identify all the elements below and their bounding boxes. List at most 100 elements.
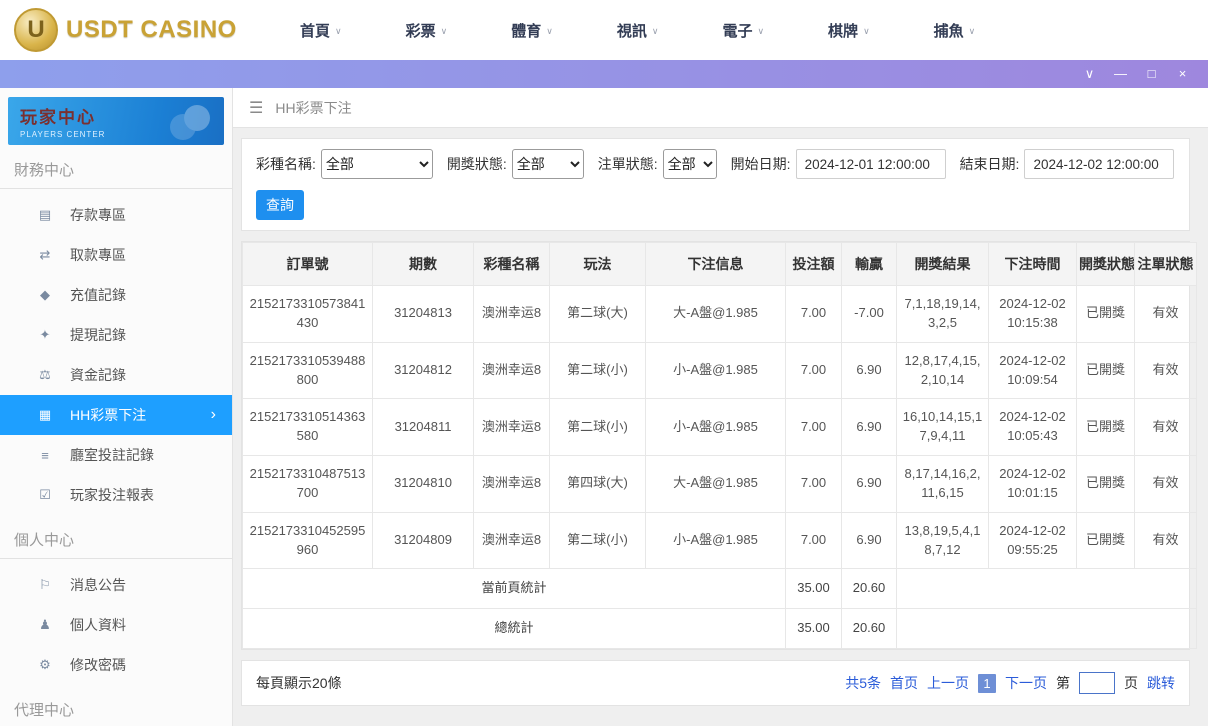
summary-row: 總統計 35.00 20.60 xyxy=(242,608,1197,650)
nav-item-fishing[interactable]: 捕魚 ∨ xyxy=(902,0,1008,60)
cell-bet-info: 大-A盤@1.985 xyxy=(645,285,786,343)
first-page-link[interactable]: 首页 xyxy=(890,673,918,693)
cell-order-status: 有效 xyxy=(1134,455,1197,513)
jump-suffix: 页 xyxy=(1124,675,1138,692)
cell-bet-time: 2024-12-02 10:09:54 xyxy=(988,341,1077,400)
nav-item-lottery[interactable]: 彩票 ∨ xyxy=(374,0,480,60)
start-date-group: 開始日期: xyxy=(731,149,946,179)
sidebar-item-cashout-record[interactable]: ✦ 提現記錄 xyxy=(0,315,232,355)
next-page-link[interactable]: 下一页 xyxy=(1005,673,1047,693)
cell-draw-result: 7,1,18,19,14,3,2,5 xyxy=(896,285,989,343)
cell-bet-amount: 7.00 xyxy=(785,455,842,513)
menu-icon[interactable]: ☰ xyxy=(249,98,263,118)
sidebar-item-hall-bet-records[interactable]: ≡ 廳室投註記錄 xyxy=(0,435,232,475)
summary-bet-amount: 35.00 xyxy=(785,608,842,650)
player-bet-report-icon: ☑ xyxy=(39,487,51,502)
sidebar-item-player-bet-report[interactable]: ☑ 玩家投注報表 xyxy=(0,475,232,515)
cell-play: 第二球(小) xyxy=(549,341,646,400)
sidebar-item-announcements[interactable]: ⚐ 消息公告 xyxy=(0,565,232,605)
column-header: 玩法 xyxy=(549,242,646,286)
nav-item-slots[interactable]: 電子 ∨ xyxy=(690,0,796,60)
nav-item-sports[interactable]: 體育 ∨ xyxy=(479,0,585,60)
table-row: 2152173310487513700 31204810 澳洲幸运8 第四球(大) 大-… xyxy=(242,455,1197,513)
sidebar-item-recharge-record[interactable]: ◆ 充值記錄 xyxy=(0,275,232,315)
jump-page-input[interactable] xyxy=(1079,672,1115,695)
sidebar-item-hh-lottery-bets[interactable]: ▦ HH彩票下注 › xyxy=(0,395,232,435)
jump-button[interactable]: 跳转 xyxy=(1147,673,1175,693)
cell-draw-result: 13,8,19,5,4,18,7,12 xyxy=(896,511,989,570)
start-date-input[interactable] xyxy=(795,149,946,179)
column-header: 下注時間 xyxy=(988,242,1077,286)
start-date-label: 開始日期: xyxy=(730,156,791,172)
sidebar-item-funds-record[interactable]: ⚖ 資金記錄 xyxy=(0,355,232,395)
content-area: 玩家中心 PLAYERS CENTER 財務中心 ▤ 存款專區 ⇄ 取款專區 ◆ 充值記錄 ✦… xyxy=(0,88,1208,726)
sidebar-item-profile[interactable]: ♟ 個人資料 xyxy=(0,605,232,645)
sidebar-item-withdraw[interactable]: ⇄ 取款專區 xyxy=(0,235,232,275)
end-date-input[interactable] xyxy=(1024,149,1175,179)
chevron-down-icon: ∨ xyxy=(757,26,765,36)
cell-bet-amount: 7.00 xyxy=(785,398,842,457)
funds-record-icon: ⚖ xyxy=(39,367,51,382)
summary-bet-amount: 35.00 xyxy=(785,568,842,610)
app-window: U USDT CASINO 首頁 ∨ 彩票 ∨ 體育 ∨ 視訊 ∨ 電子 ∨ 棋牌 ∨ 捕魚 ∨ ∨ — □ ×… xyxy=(0,0,1208,726)
lottery-select[interactable]: 全部 xyxy=(320,149,433,179)
cell-draw-result: 8,17,14,16,2,11,6,15 xyxy=(896,455,989,513)
nav-item-chess[interactable]: 棋牌 ∨ xyxy=(796,0,902,60)
cell-play: 第四球(大) xyxy=(549,455,646,513)
search-button[interactable]: 查詢 xyxy=(256,190,304,220)
gear-icon: ⚙ xyxy=(39,657,51,672)
cell-bet-info: 小-A盤@1.985 xyxy=(645,398,786,457)
sidebar: 玩家中心 PLAYERS CENTER 財務中心 ▤ 存款專區 ⇄ 取款專區 ◆ 充值記錄 ✦… xyxy=(0,88,233,726)
nav-item-home[interactable]: 首頁 ∨ xyxy=(268,0,374,60)
logo-letter: U xyxy=(27,16,45,43)
window-controls: ∨ — □ × xyxy=(1074,60,1198,88)
sidebar-section-personal: 個人中心 xyxy=(0,515,232,559)
cell-bet-time: 2024-12-02 09:55:25 xyxy=(988,511,1077,570)
summary-win-loss: 20.60 xyxy=(841,568,897,610)
cell-bet-info: 小-A盤@1.985 xyxy=(645,341,786,400)
cell-order-status: 有效 xyxy=(1134,341,1197,400)
deposit-card-icon: ▤ xyxy=(38,207,52,222)
order-status-select[interactable]: 全部 xyxy=(662,149,717,179)
chevron-down-icon: ∨ xyxy=(335,26,342,36)
cell-period: 31204813 xyxy=(372,285,474,343)
nav-item-label: 彩票 xyxy=(405,22,436,40)
top-header: U USDT CASINO 首頁 ∨ 彩票 ∨ 體育 ∨ 視訊 ∨ 電子 ∨ 棋牌 ∨ 捕魚 ∨ xyxy=(0,0,1208,60)
draw-status-select[interactable]: 全部 xyxy=(511,149,584,179)
cell-lottery: 澳洲幸运8 xyxy=(473,341,550,400)
close-button[interactable]: × xyxy=(1167,60,1198,88)
cell-win-loss: 6.90 xyxy=(841,455,897,513)
current-page[interactable]: 1 xyxy=(978,673,996,693)
main-panel: ☰ HH彩票下注 彩種名稱: 全部 開獎狀態: 全部 注單狀態: 全部 開始日期… xyxy=(233,88,1208,726)
column-header: 開獎狀態 xyxy=(1076,242,1135,286)
cell-lottery: 澳洲幸运8 xyxy=(473,398,550,457)
filter-panel: 彩種名稱: 全部 開獎狀態: 全部 注單狀態: 全部 開始日期: 2024-12… xyxy=(241,138,1190,231)
sidebar-item-change-password[interactable]: ⚙ 修改密碼 xyxy=(0,645,232,685)
minimize-button[interactable]: — xyxy=(1105,60,1136,88)
summary-empty xyxy=(896,608,1197,650)
players-center-banner: 玩家中心 PLAYERS CENTER xyxy=(8,97,224,145)
bets-table: 訂單號 期數 彩種名稱 玩法 下注信息 投注額 輸贏 開獎結果 下注時間 開獎狀態 注單狀態 2152… xyxy=(242,242,1197,650)
cell-win-loss: 6.90 xyxy=(841,511,897,570)
sidebar-item-label: 廳室投註記錄 xyxy=(70,447,154,463)
chevron-down-icon: ∨ xyxy=(440,26,448,36)
prev-page-link[interactable]: 上一页 xyxy=(927,673,969,693)
logo[interactable]: U USDT CASINO xyxy=(0,8,252,52)
cell-lottery: 澳洲幸运8 xyxy=(473,455,550,513)
collapse-button[interactable]: ∨ xyxy=(1074,60,1105,88)
table-header-row: 訂單號 期數 彩種名稱 玩法 下注信息 投注額 輸贏 開獎結果 下注時間 開獎狀態 注單狀態 xyxy=(242,242,1197,286)
breadcrumb: ☰ HH彩票下注 xyxy=(233,88,1208,128)
maximize-button[interactable]: □ xyxy=(1136,60,1167,88)
cell-bet-amount: 7.00 xyxy=(785,285,842,343)
cell-order-no: 2152173310573841430 xyxy=(242,285,373,343)
sidebar-item-deposit[interactable]: ▤ 存款專區 xyxy=(0,195,232,235)
cell-order-no: 2152173310487513700 xyxy=(242,455,373,513)
nav-item-video[interactable]: 視訊 ∨ xyxy=(585,0,691,60)
total-count: 共5条 xyxy=(845,675,881,692)
cashout-record-icon: ✦ xyxy=(39,327,51,342)
sidebar-item-label: HH彩票下注 xyxy=(70,407,147,423)
table-row: 2152173310573841430 31204813 澳洲幸运8 第二球(大) 大-… xyxy=(242,285,1197,343)
pager: 共5条 首页 上一页 1 下一页 第 页 跳转 xyxy=(845,672,1175,695)
sidebar-item-label: 充值記錄 xyxy=(70,287,126,303)
cell-draw-status: 已開獎 xyxy=(1076,511,1135,570)
